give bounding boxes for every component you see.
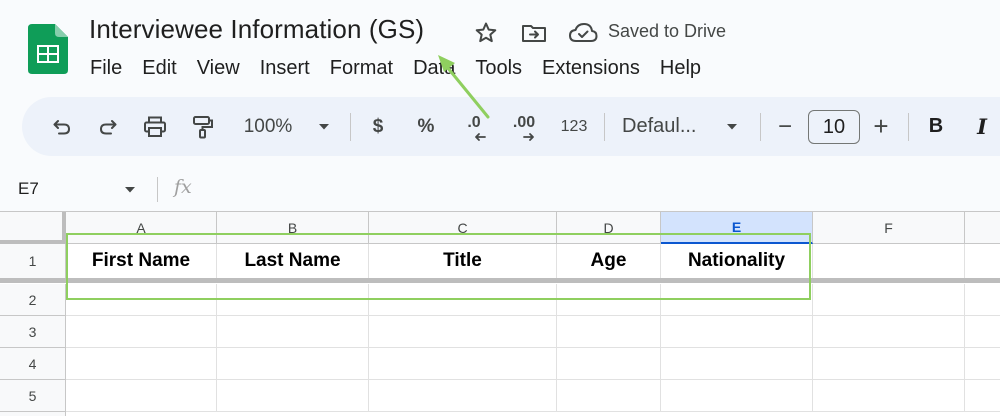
column-header-g[interactable] bbox=[965, 212, 1000, 244]
saved-status: Saved to Drive bbox=[608, 21, 727, 41]
undo-icon[interactable] bbox=[44, 97, 80, 156]
cell[interactable] bbox=[557, 380, 661, 412]
zoom-dropdown-icon[interactable] bbox=[312, 97, 336, 156]
cell[interactable] bbox=[813, 380, 965, 412]
move-to-folder-icon[interactable] bbox=[520, 19, 548, 47]
menu-help[interactable]: Help bbox=[650, 55, 711, 81]
row-header-1[interactable]: 1 bbox=[0, 244, 66, 279]
row-header-6[interactable] bbox=[0, 412, 66, 416]
toolbar-divider bbox=[760, 113, 761, 141]
cell[interactable] bbox=[813, 348, 965, 380]
currency-format-button[interactable]: $ bbox=[364, 97, 392, 156]
menu-view[interactable]: View bbox=[187, 55, 250, 81]
cell-f1[interactable] bbox=[813, 244, 965, 279]
cell[interactable] bbox=[369, 284, 557, 316]
zoom-value[interactable]: 100% bbox=[236, 97, 300, 156]
toolbar-divider bbox=[604, 113, 605, 141]
cell-a1[interactable]: First Name bbox=[66, 244, 217, 279]
document-title[interactable]: Interviewee Information (GS) bbox=[89, 14, 424, 45]
row-header-2[interactable]: 2 bbox=[0, 284, 66, 316]
cell-b1[interactable]: Last Name bbox=[217, 244, 369, 279]
cell[interactable] bbox=[813, 284, 965, 316]
cell[interactable] bbox=[557, 284, 661, 316]
menu-insert[interactable]: Insert bbox=[250, 55, 320, 81]
decrease-font-size-button[interactable]: − bbox=[772, 97, 798, 156]
menu-format[interactable]: Format bbox=[320, 55, 403, 81]
column-header-b[interactable]: B bbox=[217, 212, 369, 244]
row-header-3[interactable]: 3 bbox=[0, 316, 66, 348]
print-icon[interactable] bbox=[136, 97, 174, 156]
cell-d1[interactable]: Age bbox=[557, 244, 661, 279]
font-family-select[interactable]: Defaul... bbox=[622, 97, 712, 156]
cell[interactable] bbox=[369, 316, 557, 348]
cell[interactable] bbox=[813, 316, 965, 348]
fx-icon: fx bbox=[174, 176, 192, 198]
cell[interactable] bbox=[661, 316, 813, 348]
google-sheets-logo-icon[interactable] bbox=[28, 24, 68, 74]
sheets-window: Interviewee Information (GS) Saved to Dr… bbox=[0, 0, 1000, 416]
bold-button[interactable]: B bbox=[922, 97, 950, 156]
cell[interactable] bbox=[557, 348, 661, 380]
cell[interactable] bbox=[369, 348, 557, 380]
cell[interactable] bbox=[965, 380, 1000, 412]
column-header-f[interactable]: F bbox=[813, 212, 965, 244]
cell[interactable] bbox=[557, 316, 661, 348]
select-all-corner[interactable] bbox=[0, 212, 66, 244]
cell[interactable] bbox=[369, 380, 557, 412]
cell[interactable] bbox=[66, 284, 217, 316]
paint-format-icon[interactable] bbox=[184, 97, 222, 156]
formula-bar-divider bbox=[157, 177, 158, 202]
cell[interactable] bbox=[965, 316, 1000, 348]
column-header-d[interactable]: D bbox=[557, 212, 661, 244]
toolbar-divider bbox=[350, 113, 351, 141]
font-size-input[interactable]: 10 bbox=[808, 110, 860, 144]
star-icon[interactable] bbox=[472, 19, 500, 47]
cell-e1[interactable]: Nationality bbox=[661, 244, 813, 279]
menu-tools[interactable]: Tools bbox=[465, 55, 532, 81]
cell[interactable] bbox=[217, 316, 369, 348]
column-header-c[interactable]: C bbox=[369, 212, 557, 244]
increase-font-size-button[interactable]: + bbox=[868, 97, 894, 156]
cell[interactable] bbox=[661, 380, 813, 412]
cell[interactable] bbox=[965, 284, 1000, 316]
row-header-4[interactable]: 4 bbox=[0, 348, 66, 380]
cell-c1[interactable]: Title bbox=[369, 244, 557, 279]
menu-bar: File Edit View Insert Format Data Tools … bbox=[80, 55, 711, 81]
cell[interactable] bbox=[217, 284, 369, 316]
cell[interactable] bbox=[661, 348, 813, 380]
column-header-a[interactable]: A bbox=[66, 212, 217, 244]
cell[interactable] bbox=[661, 284, 813, 316]
row-header-5[interactable]: 5 bbox=[0, 380, 66, 412]
name-box[interactable]: E7 bbox=[18, 179, 39, 199]
cell[interactable] bbox=[66, 380, 217, 412]
cell[interactable] bbox=[217, 380, 369, 412]
cell-g1[interactable] bbox=[965, 244, 1000, 279]
menu-edit[interactable]: Edit bbox=[132, 55, 186, 81]
spreadsheet-grid: A B C D E F 1 2 3 4 5 First Name Last Na… bbox=[0, 211, 1000, 416]
decrease-decimal-arrow-icon bbox=[468, 107, 492, 166]
name-box-dropdown-icon[interactable] bbox=[124, 181, 136, 199]
cell[interactable] bbox=[66, 348, 217, 380]
redo-icon[interactable] bbox=[90, 97, 126, 156]
column-header-e[interactable]: E bbox=[661, 212, 813, 244]
italic-button[interactable]: I bbox=[968, 97, 996, 156]
toolbar-divider bbox=[908, 113, 909, 141]
menu-data[interactable]: Data bbox=[403, 55, 465, 81]
cell[interactable] bbox=[66, 316, 217, 348]
cell[interactable] bbox=[217, 348, 369, 380]
font-family-dropdown-icon[interactable] bbox=[720, 97, 744, 156]
menu-extensions[interactable]: Extensions bbox=[532, 55, 650, 81]
cloud-saved-icon[interactable] bbox=[567, 19, 599, 47]
increase-decimal-arrow-icon bbox=[516, 107, 542, 166]
number-format-button[interactable]: 123 bbox=[554, 97, 594, 156]
frozen-row-divider[interactable] bbox=[0, 278, 1000, 283]
cell[interactable] bbox=[965, 348, 1000, 380]
menu-file[interactable]: File bbox=[80, 55, 132, 81]
percent-format-button[interactable]: % bbox=[412, 97, 440, 156]
